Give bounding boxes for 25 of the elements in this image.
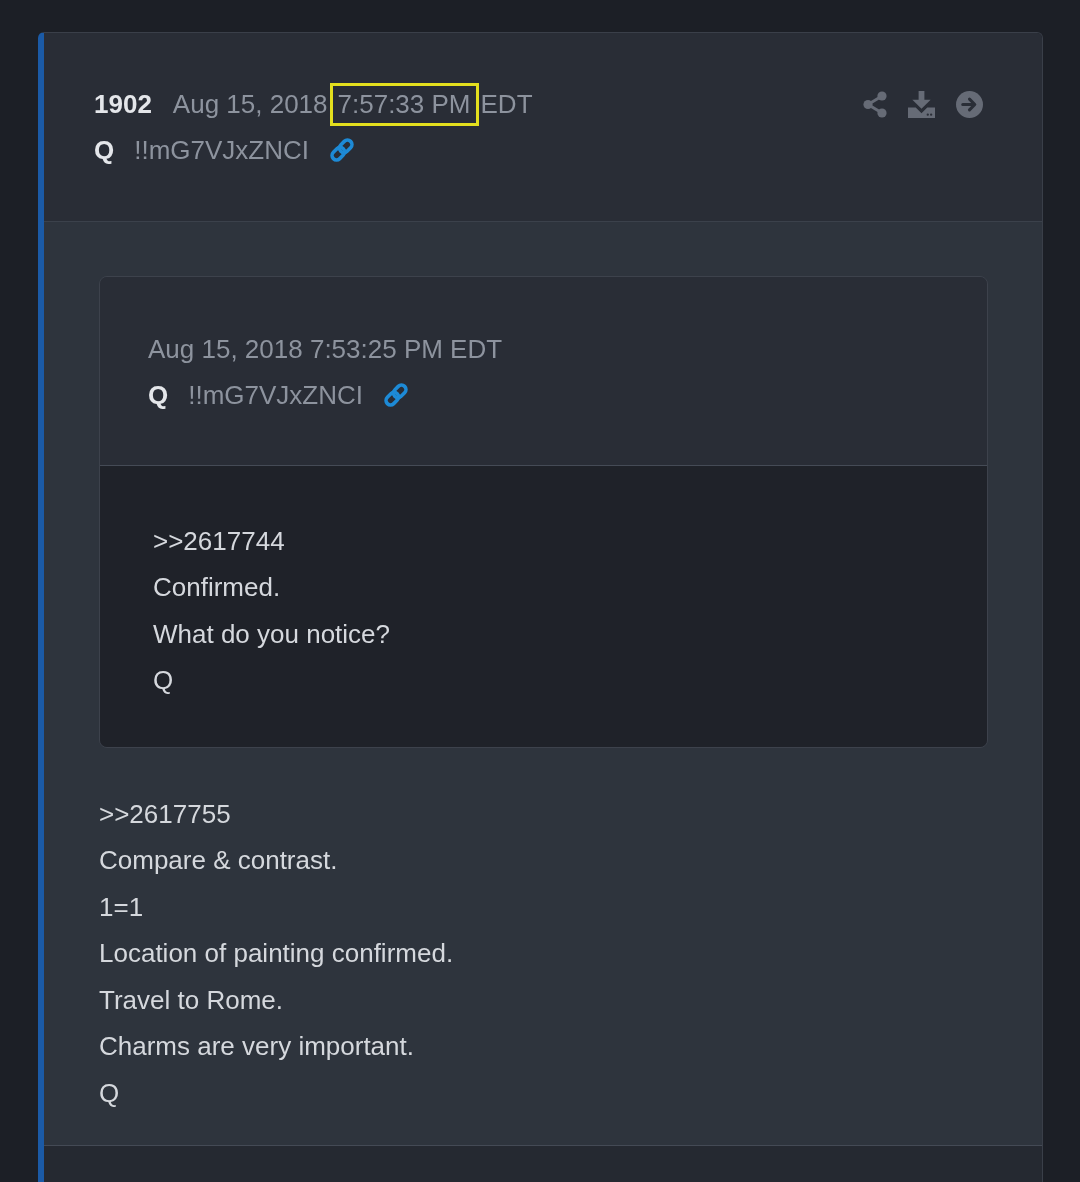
message-line: Confirmed.: [153, 572, 281, 604]
share-icon[interactable]: [863, 90, 887, 118]
timestamp-text: Aug 15, 2018 7:53:25 PM EDT: [148, 333, 503, 365]
message-line: Charms are very important.: [99, 1031, 414, 1063]
timestamp-text: Aug 15, 2018: [172, 88, 328, 120]
message-line: >>2617755: [99, 798, 231, 830]
message-line: Compare & contrast.: [99, 845, 338, 877]
timestamp-text: EDT: [480, 88, 533, 120]
post-number: 1902: [94, 88, 152, 120]
message-line: >>2617744: [153, 525, 285, 557]
message-line: 1=1: [99, 891, 144, 923]
message-line: What do you notice?: [153, 618, 391, 650]
message-line: Location of painting confirmed.: [99, 938, 454, 970]
author-name: Q: [94, 134, 115, 166]
message-line: Travel to Rome.: [99, 984, 283, 1016]
download-icon[interactable]: [908, 90, 935, 118]
author-name: Q: [148, 379, 169, 411]
arrow-circle-icon[interactable]: [956, 90, 983, 118]
message-line: Q: [99, 1077, 120, 1109]
message-line: Q: [153, 665, 174, 697]
tripcode-text: !!mG7VJxZNCI: [134, 134, 310, 166]
link-icon[interactable]: [382, 381, 411, 409]
tripcode-text: !!mG7VJxZNCI: [188, 379, 364, 411]
timestamp-text: 7:57:33 PM: [329, 82, 479, 126]
link-icon[interactable]: [328, 136, 357, 164]
